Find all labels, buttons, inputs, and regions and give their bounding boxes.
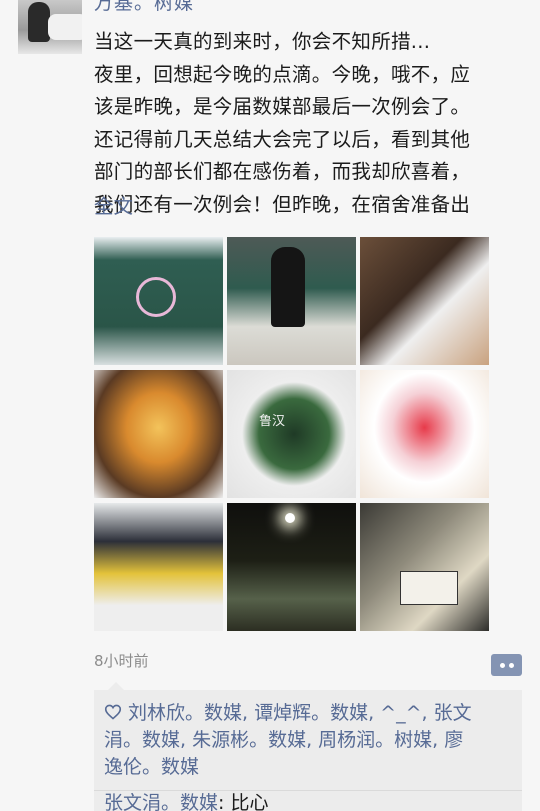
likes-line[interactable]: 逸伦。数媒 <box>104 754 512 781</box>
chalk-drawing <box>136 277 176 317</box>
likes-comments-panel: 刘林欣。数媒, 谭焯辉。数媒, ^_^, 张文 涓。数媒, 朱源彬。数媒, 周杨… <box>94 682 522 811</box>
post-text-line: 还记得前几天总结大会完了以后，看到其他 <box>94 127 471 151</box>
photo-writing[interactable] <box>360 237 489 365</box>
comment-author[interactable]: 张文涓。数媒 <box>104 792 218 811</box>
photo-fruit-cake[interactable] <box>94 370 223 498</box>
likes-list: 刘林欣。数媒, 谭焯辉。数媒, ^_^, 张文 涓。数媒, 朱源彬。数媒, 周杨… <box>104 700 512 781</box>
comment-text: 比心 <box>230 792 269 811</box>
photo-presenter[interactable] <box>227 237 356 365</box>
post-time: 8小时前 <box>94 652 149 670</box>
post-text-line: 夜里，回想起今晚的点滴。今晚，哦不，应 <box>94 62 471 86</box>
presenter-figure <box>271 247 305 327</box>
avatar-figure <box>28 2 50 42</box>
more-dot-icon <box>509 663 514 668</box>
photo-group[interactable] <box>94 503 223 631</box>
comment-separator: : <box>218 792 231 811</box>
heart-outline-icon <box>104 704 122 720</box>
likes-line[interactable]: 刘林欣。数媒, 谭焯辉。数媒, ^_^, 张文 <box>128 702 472 724</box>
cake-label: 鲁汉 <box>259 414 286 429</box>
author-name[interactable]: 万基。树媒 <box>94 0 194 15</box>
author-avatar[interactable] <box>18 0 82 54</box>
comment-item[interactable]: 张文涓。数媒: 比心 <box>104 790 268 811</box>
likes-line[interactable]: 涓。数媒, 朱源彬。数媒, 周杨润。树媒, 廖 <box>104 727 512 754</box>
photo-cards[interactable] <box>360 503 489 631</box>
full-text-link[interactable]: 全文 <box>94 190 133 219</box>
post-text-line: 我们还有一次例会！但昨晚，在宿舍准备出 <box>94 192 471 216</box>
post-text-line: 当这一天真的到来时，你会不知所措... <box>94 30 431 53</box>
photo-green-cake[interactable]: 鲁汉 <box>227 370 356 498</box>
more-dot-icon <box>500 663 505 668</box>
avatar-car <box>48 14 82 40</box>
street-lamp <box>285 513 295 523</box>
photo-grid: 鲁汉 <box>94 237 489 631</box>
post-text-line: 部门的部长们都在感伤着，而我却欣喜着， <box>94 160 471 183</box>
photo-chalkboard[interactable] <box>94 237 223 365</box>
comment-more-button[interactable] <box>491 654 522 676</box>
name-card <box>400 571 458 605</box>
photo-strawberry-cake[interactable] <box>360 370 489 498</box>
photo-night-walk[interactable] <box>227 503 356 631</box>
post-text: 当这一天真的到来时，你会不知所措... 夜里，回想起今晚的点滴。今晚，哦不，应 … <box>94 26 526 221</box>
post-text-line: 该是昨晚，是今届数媒部最后一次例会了。 <box>94 95 471 118</box>
